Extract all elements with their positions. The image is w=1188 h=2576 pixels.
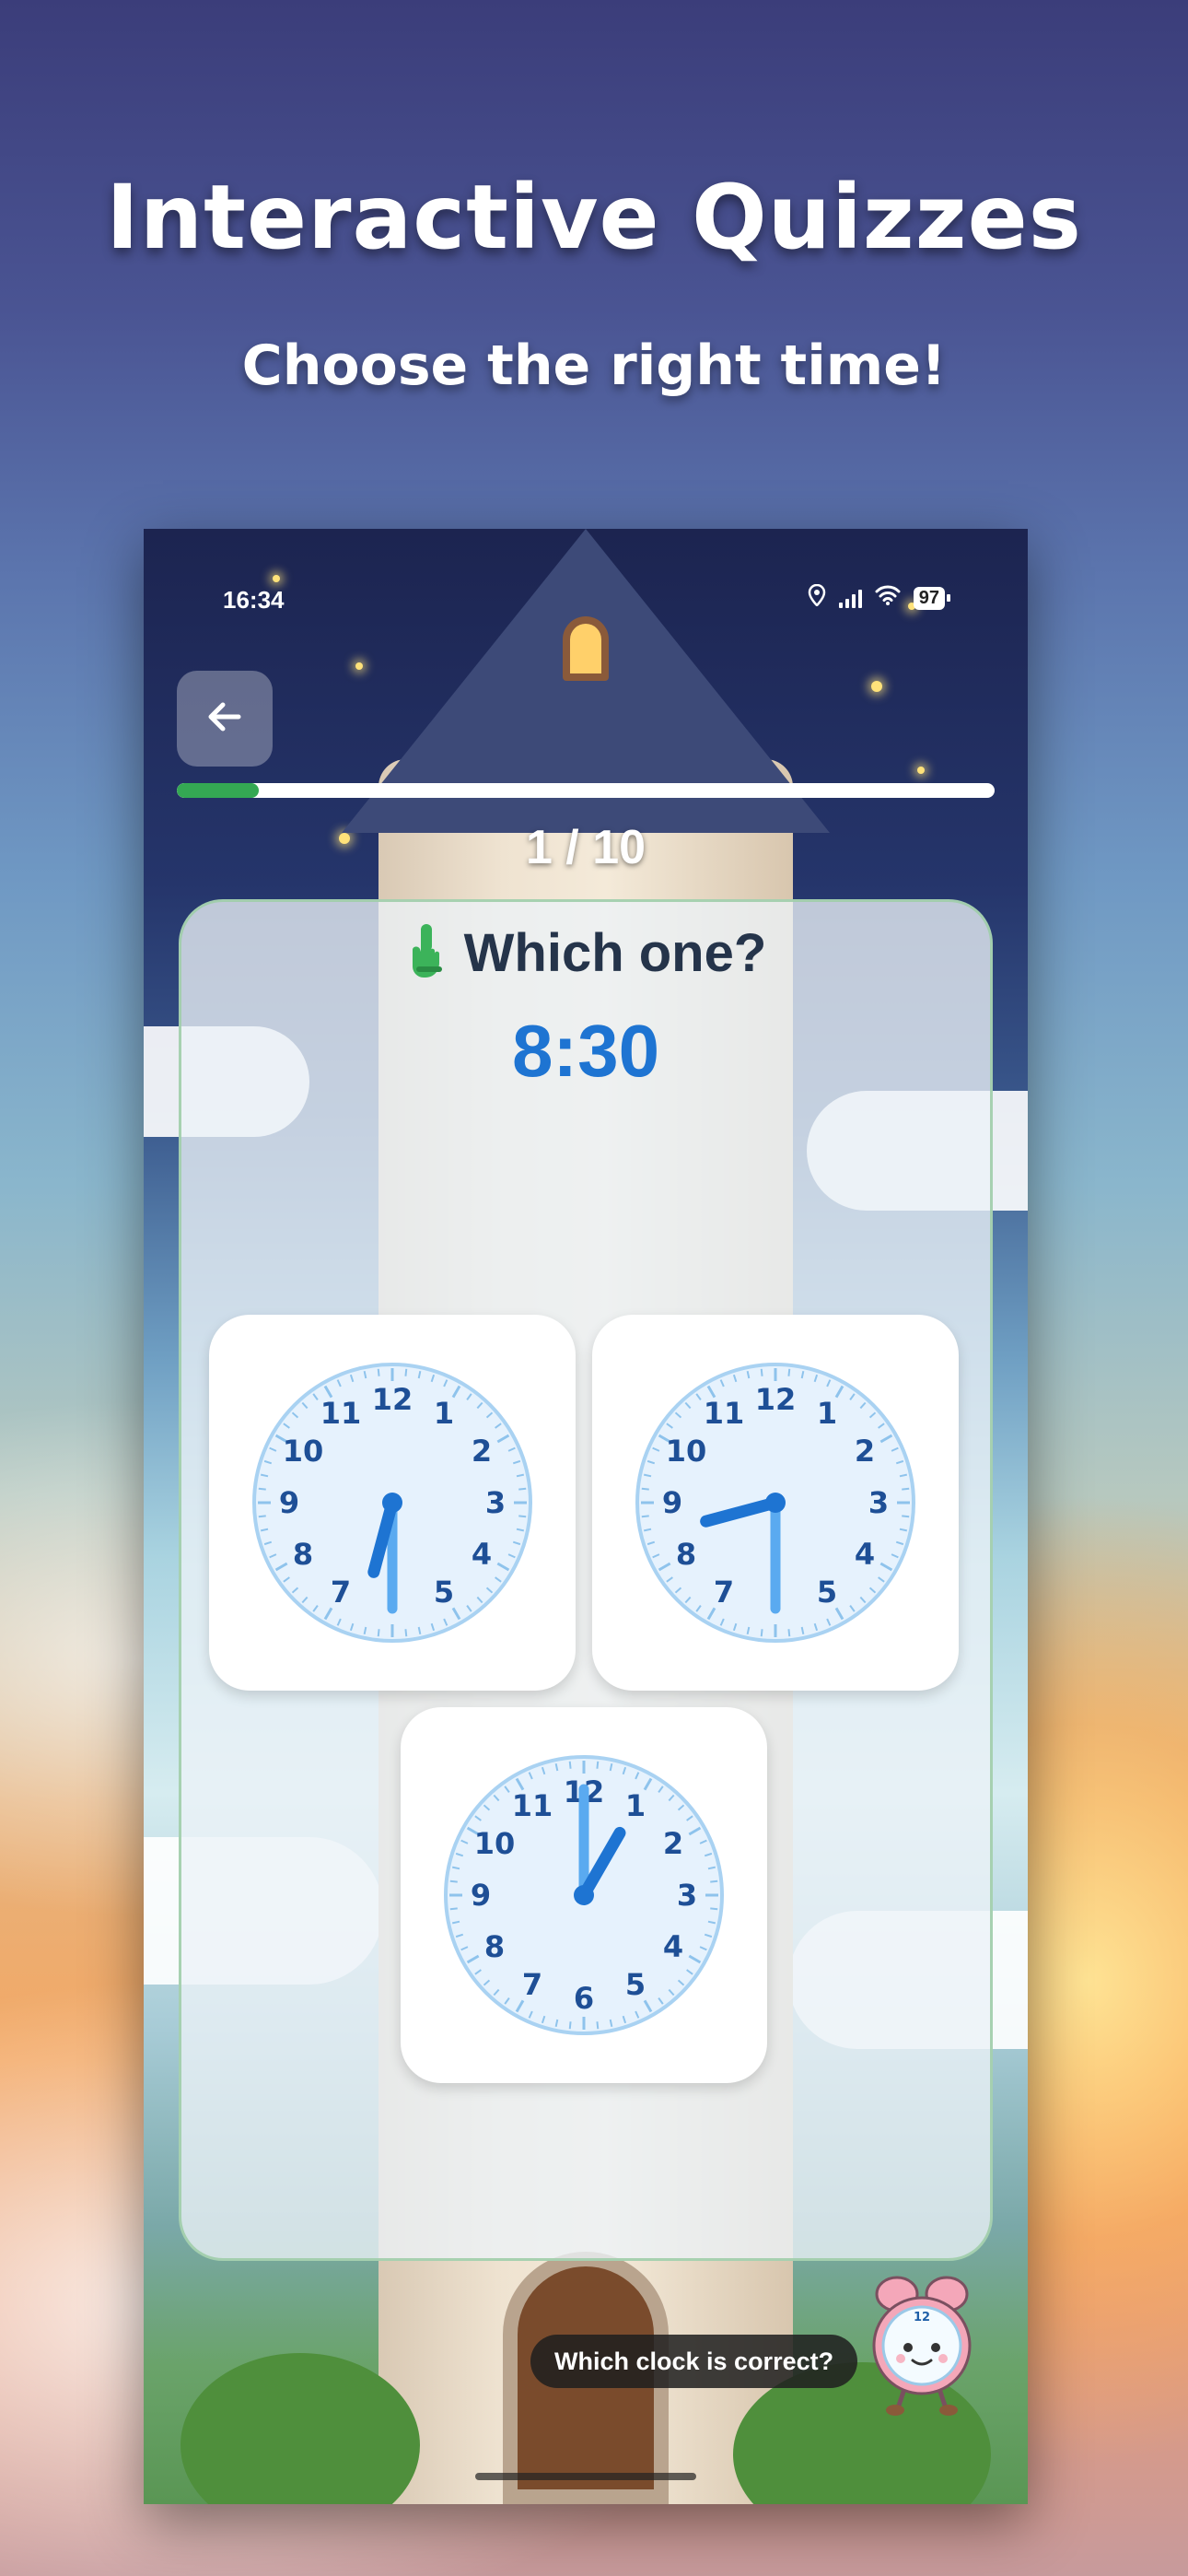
clock-number: 3 [677,1878,697,1913]
clock-number: 1 [625,1788,646,1823]
clock-number: 6 [574,1981,594,2016]
clock-number: 9 [662,1485,682,1520]
clock-number: 5 [625,1967,646,2002]
battery-icon: 97 [913,587,951,610]
clock-number: 1 [434,1396,454,1431]
question-counter: 1 / 10 [525,821,646,874]
progress-fill [177,783,259,798]
clock-number: 12 [372,1382,413,1417]
hero-subtitle: Choose the right time! [241,334,947,398]
clock-number: 12 [755,1382,797,1417]
home-indicator[interactable] [475,2473,696,2480]
clock-number: 7 [331,1575,351,1610]
clock-number: 5 [817,1575,837,1610]
clock-tick [787,1368,791,1376]
question-header: Which one? [181,922,990,984]
clock-tick [710,1907,718,1911]
clock-center [574,1885,594,1905]
clock-number: 11 [704,1396,745,1431]
clock-tick [404,1368,408,1376]
clock-tick [641,1487,649,1491]
clock-tick [568,1761,572,1769]
clock-number: 2 [855,1434,875,1469]
clock-number: 4 [472,1537,492,1572]
clock-tick [258,1487,266,1491]
clock-tick [902,1487,910,1491]
clock-number: 9 [471,1878,491,1913]
clock-number: 10 [474,1826,516,1861]
clock-tick [518,1487,527,1491]
hero-title: Interactive Quizzes [106,166,1082,269]
phone-screenshot: 16:34 97 1 / 10 Which one? 8:30 12 1 2 3… [144,529,1028,2504]
clock-number: 10 [283,1434,324,1469]
wifi-icon [875,585,901,612]
clock-face-icon: 121234567891011 [444,1755,724,2035]
clock-tick [596,1761,600,1769]
clock-number: 1 [817,1396,837,1431]
clock-tick [449,1907,458,1911]
clock-tick [787,1629,791,1637]
clock-number: 4 [663,1929,683,1964]
clock-number: 4 [855,1537,875,1572]
status-time: 16:34 [223,586,285,614]
clock-number: 8 [484,1929,505,1964]
arrow-left-icon [204,696,246,743]
clock-tick [568,2021,572,2030]
clock-tick [404,1629,408,1637]
back-button[interactable] [177,671,273,767]
clock-option-2[interactable]: 12 1 2 3 4 5 7 8 9 10 11 [592,1315,959,1691]
clock-number: 7 [522,1967,542,2002]
clock-number: 8 [676,1537,696,1572]
clock-tick [710,1879,718,1883]
question-text: Which one? [463,923,767,983]
clock-tick [760,1368,763,1376]
clock-number: 11 [512,1788,553,1823]
clock-option-1[interactable]: 12 1 2 3 4 5 7 8 9 10 11 [209,1315,576,1691]
location-icon [808,583,826,613]
status-icons: 97 [808,583,951,613]
progress-bar [177,783,995,798]
clock-number: 5 [434,1575,454,1610]
clock-number: 9 [279,1485,299,1520]
clock-number: 2 [663,1826,683,1861]
clock-number: 10 [666,1434,707,1469]
clock-center [382,1493,402,1513]
clock-center [765,1493,786,1513]
clock-face-icon: 12 12 3 45 78 9 1011 [252,1363,532,1643]
clock-number: 3 [485,1485,506,1520]
clock-tick [449,1879,458,1883]
signal-icon [838,589,862,608]
pointing-hand-icon [405,922,451,984]
clock-number: 3 [868,1485,889,1520]
clock-tick [596,2021,600,2030]
clock-face-icon: 12 12 3 45 78 9 1011 [635,1363,915,1643]
hint-bubble: Which clock is correct? [530,2335,858,2388]
clock-number: 2 [472,1434,492,1469]
target-time: 8:30 [511,1010,660,1092]
clock-number: 11 [320,1396,362,1431]
clock-tick [760,1629,763,1637]
svg-text:12: 12 [914,2311,930,2324]
clock-option-3[interactable]: 121234567891011 [401,1707,767,2083]
quiz-card: Which one? 8:30 12 1 2 3 4 5 7 8 9 10 11 12 1 2 3 4 5 7 8… [179,899,993,2261]
clock-number: 7 [714,1575,734,1610]
clock-number: 8 [293,1537,313,1572]
alarm-clock-mascot-icon[interactable]: 12 [862,2270,982,2418]
